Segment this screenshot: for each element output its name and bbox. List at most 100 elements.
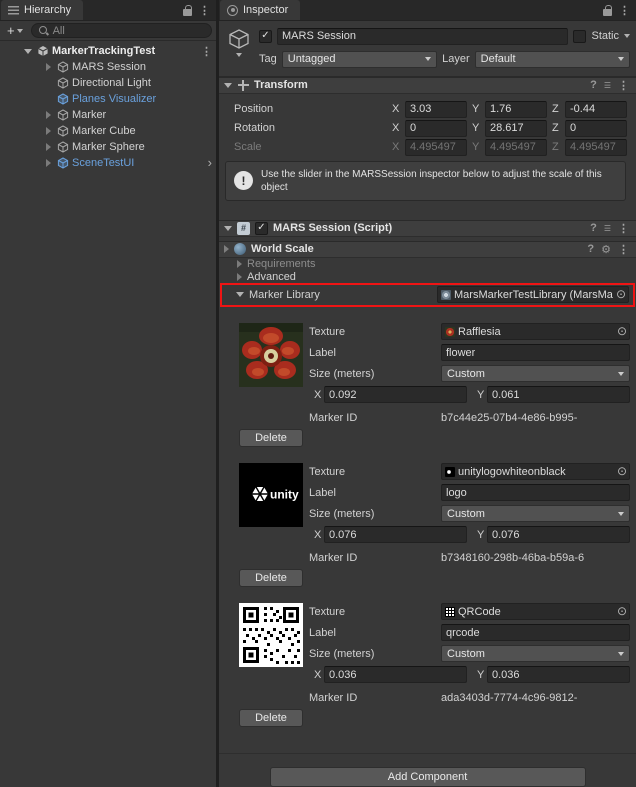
delete-button[interactable]: Delete [239, 709, 303, 727]
marker-library-row[interactable]: Marker Library MarsMarkerTestLibrary (Ma… [222, 286, 629, 304]
object-picker-icon[interactable] [617, 605, 627, 618]
marker-id-row: Marker ID ada3403d-7774-4c96-9812- [309, 691, 630, 705]
object-picker-icon[interactable] [616, 288, 626, 301]
size-x-field[interactable]: 0.076 [324, 526, 467, 543]
advanced-foldout[interactable]: Advanced [219, 270, 636, 283]
icon-chevron-down[interactable] [236, 53, 242, 57]
inspector-panel: Inspector MARS Session Static [219, 0, 636, 787]
kebab-menu-icon[interactable] [618, 79, 629, 92]
size-x-field[interactable]: 0.092 [324, 386, 467, 403]
component-enabled-checkbox[interactable] [255, 222, 268, 235]
kebab-menu-icon[interactable] [618, 222, 629, 235]
tree-item-label: Marker [72, 109, 106, 121]
tab-hierarchy[interactable]: Hierarchy [1, 0, 83, 20]
preset-icon[interactable] [604, 222, 611, 234]
help-icon[interactable] [590, 222, 597, 234]
rotation-y-field[interactable]: 28.617 [485, 120, 547, 137]
foldout-open-icon[interactable] [236, 292, 244, 297]
world-scale-icon [234, 243, 246, 255]
label-field[interactable]: flower [441, 344, 630, 361]
foldout-closed-icon[interactable] [46, 111, 51, 119]
label-field[interactable]: qrcode [441, 624, 630, 641]
scale-z-field: 4.495497 [565, 139, 627, 156]
preset-icon[interactable] [604, 79, 611, 91]
rotation-x-field[interactable]: 0 [405, 120, 467, 137]
tree-item-scenetestui[interactable]: SceneTestUI [0, 155, 216, 171]
static-dropdown-icon[interactable] [624, 34, 630, 38]
foldout-open-icon[interactable] [24, 49, 32, 54]
transform-header[interactable]: Transform [219, 77, 636, 94]
static-checkbox[interactable] [573, 30, 586, 43]
tree-item-directional-light[interactable]: Directional Light [0, 75, 216, 91]
kebab-menu-icon[interactable] [199, 4, 210, 17]
mars-session-script-header[interactable]: MARS Session (Script) [219, 220, 636, 237]
gear-icon[interactable] [601, 243, 611, 256]
tree-item-marker-cube[interactable]: Marker Cube [0, 123, 216, 139]
chevron-down-icon [618, 57, 624, 61]
tree-item-label: Planes Visualizer [72, 93, 156, 105]
tab-inspector[interactable]: Inspector [220, 0, 300, 20]
foldout-closed-icon[interactable] [46, 127, 51, 135]
size-x-field[interactable]: 0.036 [324, 666, 467, 683]
help-icon[interactable] [590, 79, 597, 91]
size-mode-dropdown[interactable]: Custom [441, 505, 630, 522]
prefab-icon [57, 157, 69, 169]
help-icon[interactable] [587, 243, 594, 255]
gameobject-name-field[interactable]: MARS Session [277, 28, 568, 45]
transform-icon [237, 79, 249, 91]
kebab-menu-icon[interactable] [619, 4, 630, 17]
scene-row[interactable]: MarkerTrackingTest [0, 43, 216, 59]
add-component-button[interactable]: Add Component [270, 767, 586, 787]
create-object-button[interactable] [4, 23, 26, 39]
label-field[interactable]: logo [441, 484, 630, 501]
size-y-field[interactable]: 0.076 [487, 526, 630, 543]
hierarchy-icon [8, 6, 19, 15]
tree-item-label: Marker Cube [72, 125, 136, 137]
tree-item-planes-visualizer[interactable]: Planes Visualizer [0, 91, 216, 107]
lock-icon[interactable] [183, 5, 192, 16]
prefab-open-chevron-icon[interactable] [208, 156, 212, 170]
size-mode-dropdown[interactable]: Custom [441, 645, 630, 662]
foldout-open-icon[interactable] [224, 83, 232, 88]
delete-button[interactable]: Delete [239, 429, 303, 447]
rotation-z-field[interactable]: 0 [565, 120, 627, 137]
texture-mini-icon [445, 327, 455, 337]
size-y-field[interactable]: 0.061 [487, 386, 630, 403]
tree-item-mars-session[interactable]: MARS Session [0, 59, 216, 75]
kebab-menu-icon[interactable] [618, 243, 629, 256]
texture-object-field[interactable]: QRCode [441, 603, 630, 620]
position-z-field[interactable]: -0.44 [565, 101, 627, 118]
world-scale-header[interactable]: World Scale [219, 241, 636, 258]
requirements-foldout[interactable]: Requirements [219, 258, 636, 271]
size-mode-dropdown[interactable]: Custom [441, 365, 630, 382]
marker-id-value: b7348160-298b-46ba-b59a-6 [441, 552, 630, 564]
marker-library-object-field[interactable]: MarsMarkerTestLibrary (MarsMarkerl [437, 286, 629, 303]
active-checkbox[interactable] [259, 30, 272, 43]
hierarchy-search-input[interactable]: All [31, 23, 212, 38]
texture-object-field[interactable]: unitylogowhiteonblack [441, 463, 630, 480]
foldout-closed-icon[interactable] [46, 143, 51, 151]
tree-item-label: MARS Session [72, 61, 146, 73]
foldout-closed-icon[interactable] [46, 159, 51, 167]
search-icon [38, 25, 49, 36]
object-picker-icon[interactable] [617, 465, 627, 478]
position-y-field[interactable]: 1.76 [485, 101, 547, 118]
object-picker-icon[interactable] [617, 325, 627, 338]
foldout-closed-icon[interactable] [46, 63, 51, 71]
texture-object-field[interactable]: Rafflesia [441, 323, 630, 340]
tree-item-marker-sphere[interactable]: Marker Sphere [0, 139, 216, 155]
delete-button[interactable]: Delete [239, 569, 303, 587]
tree-item-marker[interactable]: Marker [0, 107, 216, 123]
qrcode-thumbnail [239, 603, 303, 667]
library-asset-icon [441, 290, 451, 300]
position-x-field[interactable]: 3.03 [405, 101, 467, 118]
scene-kebab-icon[interactable] [201, 45, 212, 58]
tag-dropdown[interactable]: Untagged [282, 51, 437, 68]
scene-icon [37, 45, 49, 57]
size-y-field[interactable]: 0.036 [487, 666, 630, 683]
marker-library-highlight: Marker Library MarsMarkerTestLibrary (Ma… [220, 283, 635, 307]
foldout-open-icon[interactable] [224, 226, 232, 231]
foldout-closed-icon[interactable] [224, 245, 229, 253]
layer-dropdown[interactable]: Default [475, 51, 630, 68]
lock-icon[interactable] [603, 5, 612, 16]
